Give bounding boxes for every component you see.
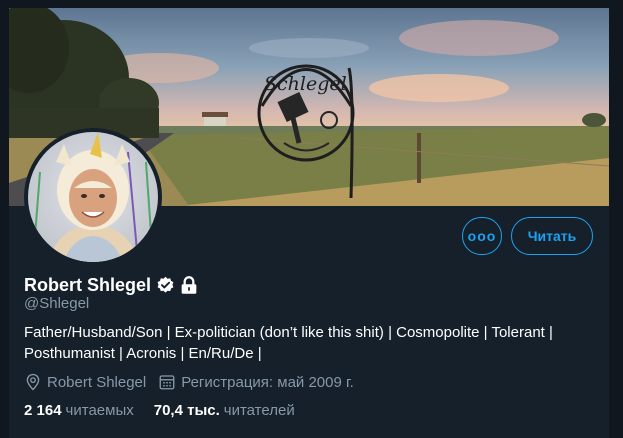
more-dots-icon: ooo [467, 228, 497, 244]
profile-name: Robert Shlegel [24, 274, 152, 295]
top-border [0, 0, 623, 8]
followers-count: 70,4 тыс. [153, 401, 220, 419]
bio-line: Father/Husband/Son | Ex-politician (don’… [24, 324, 553, 341]
bio-line: Posthumanist | Acronis | En/Ru/De | [24, 345, 262, 362]
profile-meta: Robert Shlegel Регистрация: май 2009 г. [24, 372, 366, 392]
name-row: Robert Shlegel [24, 273, 198, 297]
sign-text: Schlegel [264, 73, 347, 95]
followers-label: читателей [223, 401, 295, 419]
profile-handle: @Shlegel [24, 295, 90, 312]
following-count: 2 164 [24, 401, 62, 419]
avatar-frame [24, 128, 162, 266]
following-label: читаемых [65, 401, 134, 419]
avatar[interactable] [28, 132, 158, 262]
calendar-icon [159, 375, 175, 390]
lock-icon [181, 275, 197, 294]
following-stat[interactable]: 2 164 читаемых [24, 402, 134, 419]
location-item: Robert Shlegel [24, 373, 146, 391]
joined-item: Регистрация: май 2009 г. [158, 373, 354, 391]
profile-bio: Father/Husband/Son | Ex-politician (don’… [24, 322, 584, 364]
left-border [0, 0, 9, 438]
right-border [609, 0, 623, 438]
profile-page: Schlegel ooo Читать Robert Shlegel @Shle… [0, 0, 623, 438]
avatar-photo [32, 132, 154, 262]
more-options-button[interactable]: ooo [462, 217, 502, 255]
verified-badge-icon [157, 276, 174, 293]
follow-button[interactable]: Читать [511, 217, 593, 255]
location-pin-icon [26, 373, 40, 391]
location-text: Robert Shlegel [47, 373, 147, 391]
follow-button-label: Читать [527, 228, 577, 244]
followers-stat[interactable]: 70,4 тыс. читателей [154, 402, 295, 419]
profile-stats: 2 164 читаемых 70,4 тыс. читателей [24, 400, 315, 420]
joined-text: Регистрация: май 2009 г. [181, 373, 354, 391]
